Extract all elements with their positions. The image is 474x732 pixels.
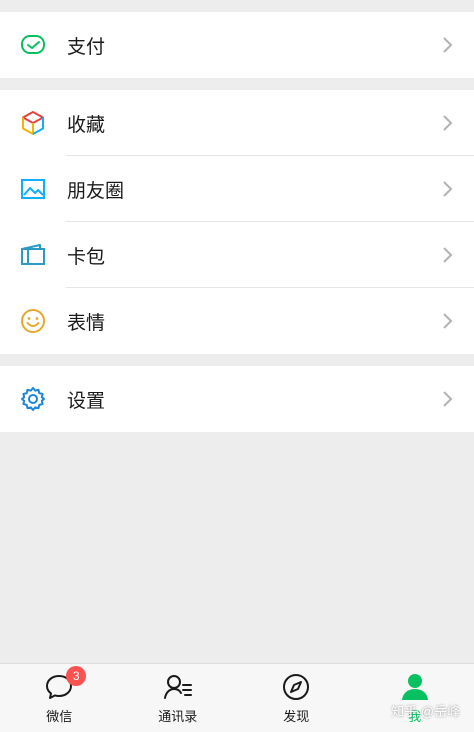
photo-icon: [20, 176, 46, 202]
menu-label-settings: 设置: [67, 390, 106, 412]
gear-icon: [20, 386, 46, 412]
tab-discover[interactable]: 发现: [237, 664, 356, 732]
bottom-tab-bar: 3 微信 通讯录 发现 我: [0, 663, 474, 732]
contacts-icon: [163, 672, 193, 702]
watermark: 知乎 @岳峰: [391, 704, 460, 719]
chevron-right-icon: [442, 114, 454, 132]
cube-icon: [20, 110, 46, 136]
pay-group: 支付: [0, 12, 474, 78]
menu-item-cards[interactable]: 卡包: [0, 222, 474, 288]
menu-label-favorites: 收藏: [67, 114, 106, 136]
menu-label-cards: 卡包: [67, 246, 106, 268]
menu-label-stickers: 表情: [67, 312, 106, 334]
chevron-right-icon: [442, 36, 454, 54]
menu-item-settings[interactable]: 设置: [0, 366, 474, 432]
tab-contacts[interactable]: 通讯录: [119, 664, 238, 732]
menu-label-moments: 朋友圈: [67, 180, 125, 202]
unread-badge: 3: [66, 666, 87, 686]
tab-label: 通讯录: [158, 709, 198, 724]
menu-item-pay[interactable]: 支付: [0, 12, 474, 78]
tab-label: 微信: [46, 709, 73, 724]
menu-item-favorites[interactable]: 收藏: [0, 90, 474, 156]
chat-bubble-icon: 3: [44, 666, 87, 702]
top-divider: [0, 0, 474, 12]
tab-label: 发现: [283, 709, 310, 724]
tab-chats[interactable]: 3 微信: [0, 664, 119, 732]
content-group: 收藏 朋友圈 卡包 表情: [0, 90, 474, 354]
group-gap: [0, 78, 474, 90]
chevron-right-icon: [442, 246, 454, 264]
compass-icon: [281, 672, 311, 702]
person-icon: [400, 672, 430, 702]
menu-item-stickers[interactable]: 表情: [0, 288, 474, 354]
chevron-right-icon: [442, 180, 454, 198]
chevron-right-icon: [442, 390, 454, 408]
settings-group: 设置: [0, 366, 474, 432]
wallet-card-icon: [20, 242, 46, 268]
group-gap: [0, 354, 474, 366]
pay-icon: [20, 32, 46, 58]
chevron-right-icon: [442, 312, 454, 330]
menu-label-pay: 支付: [67, 36, 106, 58]
smiley-icon: [20, 308, 46, 334]
menu-item-moments[interactable]: 朋友圈: [0, 156, 474, 222]
tab-me[interactable]: 我: [356, 664, 474, 732]
